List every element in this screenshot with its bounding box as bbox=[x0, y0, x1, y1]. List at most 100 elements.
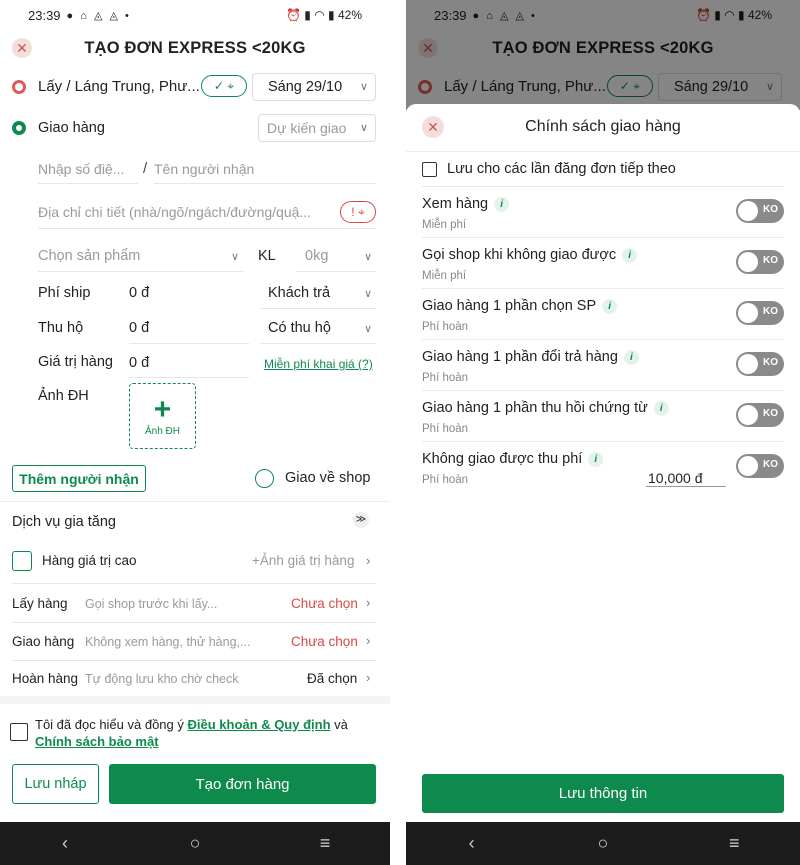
policy-row-fail-fee: Không giao được thu phí i Phí hoàn 10,000… bbox=[422, 443, 784, 493]
return-to-shop-radio[interactable] bbox=[255, 469, 274, 488]
status-time: 23:39 bbox=[28, 7, 61, 23]
ship-fee-payer-select[interactable]: Khách trả bbox=[268, 285, 330, 301]
policy-sub: Miễn phí bbox=[422, 270, 467, 282]
goods-value-label: Giá trị hàng bbox=[38, 354, 113, 370]
menu-icon[interactable]: ≡ bbox=[295, 833, 355, 854]
cod-option-underline bbox=[260, 343, 376, 344]
menu-icon[interactable]: ≡ bbox=[704, 833, 764, 854]
product-underline bbox=[38, 271, 244, 272]
pickup-map-verified-icon[interactable]: ✓ ⌖ bbox=[201, 75, 247, 97]
pickup-date: Sáng 29/10 bbox=[268, 79, 343, 95]
partial-select-toggle[interactable]: KO bbox=[736, 301, 784, 325]
high-value-photo-link[interactable]: +Ảnh giá trị hàng bbox=[252, 553, 354, 568]
policy-name: Không giao được thu phí i bbox=[422, 451, 604, 467]
policy-row-partial-documents: Giao hàng 1 phần thu hồi chứng từ i Phí h… bbox=[422, 392, 784, 442]
cod-underline bbox=[129, 343, 249, 344]
remember-checkbox[interactable] bbox=[422, 162, 437, 177]
policy-sub: Phí hoàn bbox=[422, 423, 469, 435]
pickup-pin-icon bbox=[12, 80, 26, 94]
fail-fee-toggle[interactable]: KO bbox=[736, 454, 784, 478]
service-pickup-name: Lấy hàng bbox=[12, 596, 68, 611]
view-goods-toggle[interactable]: KO bbox=[736, 199, 784, 223]
back-icon[interactable]: ‹ bbox=[35, 833, 95, 854]
product-select[interactable]: Chọn sản phẩm bbox=[38, 248, 140, 264]
chevron-down-icon: ∨ bbox=[231, 251, 240, 263]
policy-row-partial-select: Giao hàng 1 phần chọn SP i Phí hoàn KO bbox=[422, 290, 784, 340]
back-icon[interactable]: ‹ bbox=[442, 833, 502, 854]
phone-input[interactable]: Nhập số điệ... bbox=[38, 161, 124, 177]
weight-underline bbox=[296, 271, 376, 272]
high-value-checkbox[interactable] bbox=[12, 551, 32, 571]
call-shop-toggle[interactable]: KO bbox=[736, 250, 784, 274]
weight-input[interactable]: 0kg bbox=[305, 248, 328, 264]
save-draft-button[interactable]: Lưu nháp bbox=[12, 764, 99, 804]
privacy-link[interactable]: Chính sách bảo mật bbox=[35, 734, 159, 749]
create-order-button[interactable]: Tạo đơn hàng bbox=[109, 764, 376, 804]
terms-prefix: Tôi đã đọc hiểu và đồng ý bbox=[35, 717, 184, 732]
status-bar: 23:39 ● ⌂ ◬ ◬ • ⏰ ▮ ◠ ▮ 42% bbox=[0, 0, 390, 30]
chevron-down-icon: ∨ bbox=[360, 81, 369, 93]
android-nav-bar: ‹ ○ ≡ bbox=[406, 822, 800, 865]
home-icon[interactable]: ○ bbox=[573, 833, 633, 854]
service-delivery-status[interactable]: Chưa chọn bbox=[291, 634, 358, 649]
service-pickup-desc: Gọi shop trước khi lấy... bbox=[85, 597, 218, 611]
policy-name: Gọi shop khi không giao được i bbox=[422, 247, 638, 263]
policy-sub: Phí hoàn bbox=[422, 474, 469, 486]
info-icon[interactable]: i bbox=[588, 452, 604, 467]
home-icon[interactable]: ○ bbox=[165, 833, 225, 854]
sheet-title: Chính sách giao hàng bbox=[525, 118, 681, 135]
partial-exchange-toggle[interactable]: KO bbox=[736, 352, 784, 376]
address-input[interactable]: Địa chỉ chi tiết (nhà/ngõ/ngách/đường/qu… bbox=[38, 204, 311, 220]
policy-bottom-sheet: ✕ Chính sách giao hàng Lưu cho các lần đ… bbox=[406, 104, 800, 822]
chevron-right-icon: › bbox=[366, 670, 371, 685]
plus-icon: + bbox=[153, 392, 172, 426]
policy-name: Giao hàng 1 phần đổi trả hàng i bbox=[422, 349, 639, 365]
service-delivery-desc: Không xem hàng, thử hàng,... bbox=[85, 635, 251, 649]
delivery-pin-icon bbox=[12, 121, 26, 135]
cod-option-select[interactable]: Có thu hộ bbox=[268, 320, 331, 336]
goods-value-input[interactable]: 0 đ bbox=[129, 355, 149, 371]
info-icon[interactable]: i bbox=[653, 401, 669, 416]
info-icon[interactable]: i bbox=[623, 350, 639, 365]
cod-input[interactable]: 0 đ bbox=[129, 320, 149, 336]
create-order-screen: 23:39 ● ⌂ ◬ ◬ • ⏰ ▮ ◠ ▮ 42% ✕ TẠO ĐƠN EX… bbox=[0, 0, 390, 865]
service-pickup-status[interactable]: Chưa chọn bbox=[291, 596, 358, 611]
divider bbox=[406, 151, 800, 152]
collapse-icon[interactable]: ≫ bbox=[353, 512, 369, 528]
chevron-right-icon: › bbox=[366, 595, 371, 610]
payer-underline bbox=[260, 308, 376, 309]
policy-name: Giao hàng 1 phần chọn SP i bbox=[422, 298, 618, 314]
terms-checkbox[interactable] bbox=[10, 723, 28, 741]
modal-backdrop[interactable] bbox=[406, 0, 800, 110]
info-icon[interactable]: i bbox=[602, 299, 618, 314]
return-to-shop-label: Giao về shop bbox=[285, 470, 371, 486]
save-info-button[interactable]: Lưu thông tin bbox=[422, 774, 784, 813]
section-band bbox=[0, 696, 390, 704]
service-return-status[interactable]: Đã chọn bbox=[307, 671, 357, 686]
service-return-name: Hoàn hàng bbox=[12, 671, 79, 686]
fail-fee-input[interactable]: 10,000 đ bbox=[646, 470, 726, 487]
policy-row-partial-exchange: Giao hàng 1 phần đổi trả hàng i Phí hoàn … bbox=[422, 341, 784, 391]
close-icon[interactable]: ✕ bbox=[12, 38, 32, 58]
notification-icons: ● ⌂ ◬ ◬ • bbox=[66, 9, 131, 22]
add-recipient-button[interactable]: Thêm người nhận bbox=[12, 465, 146, 492]
terms-link[interactable]: Điều khoản & Quy định bbox=[188, 717, 331, 732]
ship-fee-value: 0 đ bbox=[129, 285, 150, 301]
free-declare-link[interactable]: Miễn phí khai giá (?) bbox=[264, 357, 373, 371]
pickup-address[interactable]: Lấy / Láng Trung, Phư... bbox=[38, 78, 200, 95]
info-icon[interactable]: i bbox=[622, 248, 638, 263]
expected-delivery: Dự kiến giao bbox=[267, 120, 347, 136]
screen-gap bbox=[390, 0, 406, 865]
partial-documents-toggle[interactable]: KO bbox=[736, 403, 784, 427]
divider bbox=[422, 186, 784, 187]
address-map-error-icon[interactable]: ! ⌖ bbox=[340, 201, 376, 223]
delivery-policy-screen: 23:39 ● ⌂ ◬ ◬ • ⏰ ▮ ◠ ▮ 42% ✕ TẠO ĐƠN EX… bbox=[406, 0, 800, 865]
system-icons: ⏰ ▮ ◠ ▮ 42% bbox=[286, 8, 362, 22]
cod-label: Thu hộ bbox=[38, 320, 84, 336]
top-header: ✕ TẠO ĐƠN EXPRESS <20KG bbox=[0, 30, 390, 66]
weight-label: KL bbox=[258, 248, 276, 264]
recipient-name-input[interactable]: Tên người nhận bbox=[154, 161, 254, 177]
info-icon[interactable]: i bbox=[494, 197, 510, 212]
value-added-heading: Dịch vụ gia tăng bbox=[12, 514, 116, 530]
add-photo-button[interactable]: + Ảnh ĐH bbox=[129, 383, 196, 449]
